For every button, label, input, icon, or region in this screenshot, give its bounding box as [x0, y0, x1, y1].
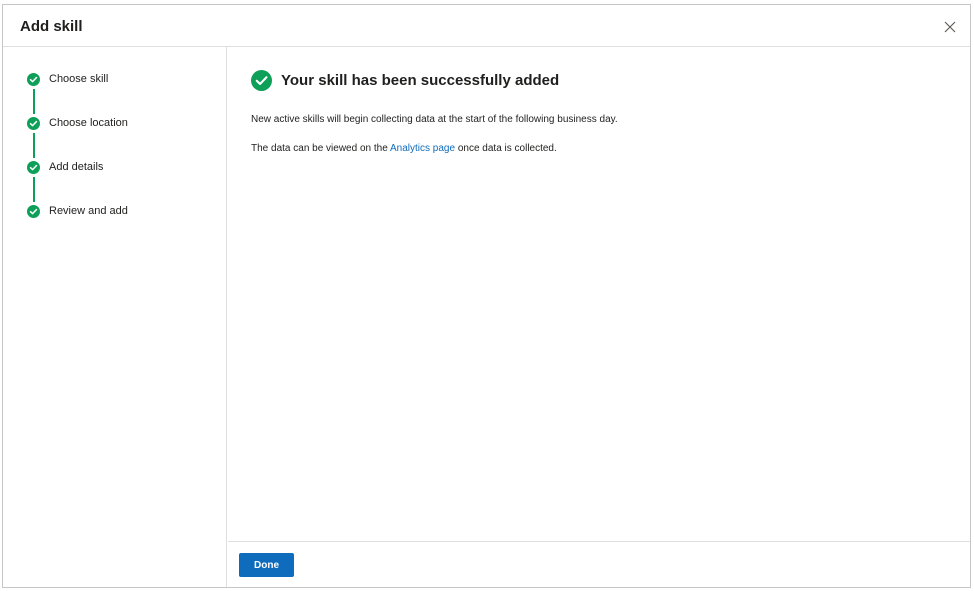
- close-icon[interactable]: [943, 20, 957, 34]
- dialog-footer: Done: [228, 541, 970, 587]
- step-connector: [33, 177, 35, 202]
- step-label: Add details: [49, 161, 104, 173]
- step-label: Choose skill: [49, 73, 109, 85]
- check-circle-icon: [27, 204, 40, 218]
- step-review-and-add: Review and add: [27, 203, 128, 219]
- step-connector: [33, 133, 35, 158]
- step-label: Choose location: [49, 117, 128, 129]
- dialog-header: Add skill: [3, 5, 970, 47]
- done-button[interactable]: Done: [239, 553, 294, 577]
- step-connector: [33, 89, 35, 114]
- check-circle-icon: [27, 72, 40, 86]
- step-choose-location: Choose location: [27, 115, 128, 131]
- step-choose-skill: Choose skill: [27, 71, 108, 87]
- main-content: Your skill has been successfully added N…: [228, 47, 970, 541]
- check-circle-icon: [27, 116, 40, 130]
- success-heading: Your skill has been successfully added: [281, 72, 560, 89]
- check-circle-icon: [27, 160, 40, 174]
- analytics-page-link[interactable]: Analytics page: [390, 143, 455, 154]
- info-paragraph: New active skills will begin collecting …: [251, 114, 618, 125]
- dialog-title: Add skill: [20, 18, 83, 35]
- add-skill-dialog: Add skill Choose skill Choose location A…: [2, 4, 971, 588]
- step-label: Review and add: [49, 205, 128, 217]
- steps-sidebar: Choose skill Choose location Add details: [3, 47, 227, 587]
- analytics-paragraph: The data can be viewed on the Analytics …: [251, 143, 557, 154]
- paragraph-text: The data can be viewed on the: [251, 143, 390, 154]
- step-add-details: Add details: [27, 159, 103, 175]
- success-banner: Your skill has been successfully added: [251, 70, 559, 91]
- paragraph-text: once data is collected.: [455, 143, 557, 154]
- success-check-icon: [251, 70, 272, 91]
